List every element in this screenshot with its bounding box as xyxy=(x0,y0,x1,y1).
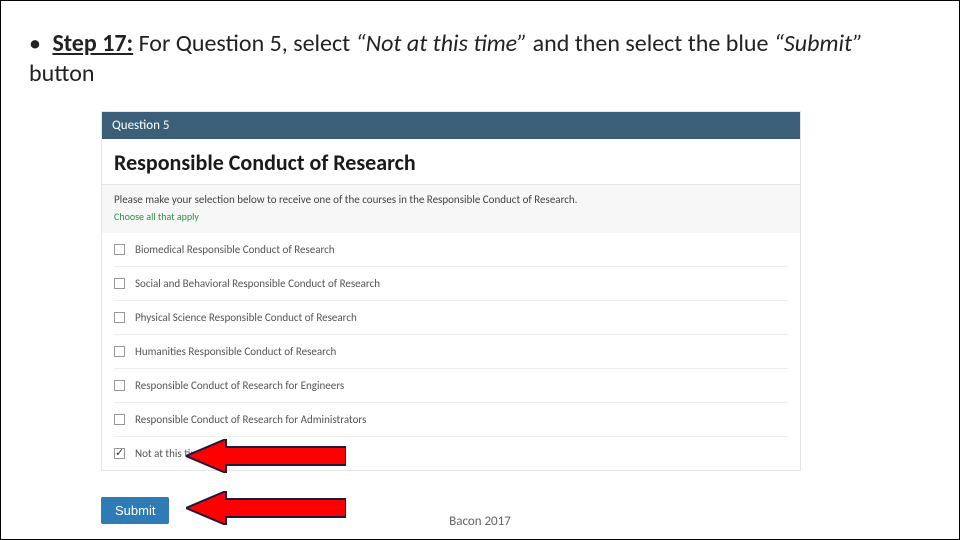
option-label: Responsible Conduct of Research for Admi… xyxy=(135,413,366,426)
step-text-1: For Question 5, select xyxy=(133,29,355,58)
step-text-2: and then select the blue xyxy=(527,29,774,58)
option-label: Physical Science Responsible Conduct of … xyxy=(135,311,357,324)
option-row[interactable]: Social and Behavioral Responsible Conduc… xyxy=(114,267,788,301)
options-list: Biomedical Responsible Conduct of Resear… xyxy=(102,233,800,470)
step-instruction: • Step 17: For Question 5, select “Not a… xyxy=(29,29,919,89)
option-label: Responsible Conduct of Research for Engi… xyxy=(135,379,344,392)
option-row[interactable]: Humanities Responsible Conduct of Resear… xyxy=(114,335,788,369)
checkbox[interactable] xyxy=(114,380,125,391)
panel-title-block: Responsible Conduct of Research xyxy=(102,139,800,185)
panel-title: Responsible Conduct of Research xyxy=(114,149,788,176)
checkbox[interactable] xyxy=(114,312,125,323)
option-row[interactable]: Physical Science Responsible Conduct of … xyxy=(114,301,788,335)
checkbox[interactable] xyxy=(114,346,125,357)
option-label: Humanities Responsible Conduct of Resear… xyxy=(135,345,336,358)
footer-text: Bacon 2017 xyxy=(1,514,959,529)
panel-hint: Choose all that apply xyxy=(114,210,788,229)
option-label: Biomedical Responsible Conduct of Resear… xyxy=(135,243,335,256)
panel-subtext-block: Please make your selection below to rece… xyxy=(102,185,800,233)
question-panel: Question 5 Responsible Conduct of Resear… xyxy=(101,111,801,471)
slide: • Step 17: For Question 5, select “Not a… xyxy=(0,0,960,540)
step-label: Step 17: xyxy=(52,29,133,58)
checkbox[interactable] xyxy=(114,414,125,425)
step-text-3: button xyxy=(29,59,94,88)
option-row[interactable]: Responsible Conduct of Research for Admi… xyxy=(114,403,788,437)
step-quote-2: “Submit” xyxy=(774,29,863,58)
option-row[interactable]: Biomedical Responsible Conduct of Resear… xyxy=(114,233,788,267)
checkbox[interactable] xyxy=(114,244,125,255)
checkbox[interactable] xyxy=(114,278,125,289)
step-quote-1: “Not at this time” xyxy=(356,29,528,58)
checkbox[interactable] xyxy=(114,448,125,459)
panel-header: Question 5 xyxy=(102,112,800,139)
bullet: • xyxy=(29,29,47,59)
panel-subtext: Please make your selection below to rece… xyxy=(114,193,788,206)
option-row[interactable]: Responsible Conduct of Research for Engi… xyxy=(114,369,788,403)
option-label: Social and Behavioral Responsible Conduc… xyxy=(135,277,380,290)
arrow-to-option xyxy=(186,439,346,473)
